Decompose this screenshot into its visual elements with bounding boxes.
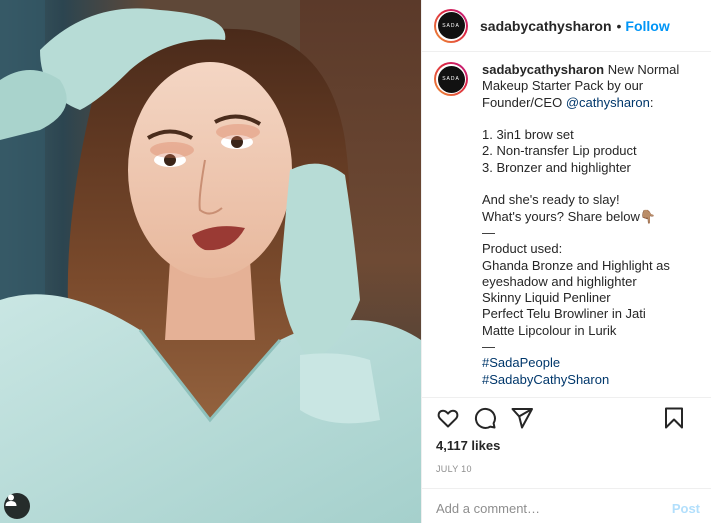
- post-comment-button[interactable]: Post: [672, 501, 700, 516]
- post-header: SADA sadabycathysharon • Follow: [422, 0, 711, 52]
- caption-line: Matte Lipcolour in Lurik: [482, 322, 617, 338]
- post-actions: 4,117 likes JULY 10 Post: [422, 397, 711, 523]
- caption-line: 1. 3in1 brow set: [482, 127, 574, 143]
- caption: SADA sadabycathysharon New Normal Makeup…: [434, 62, 704, 388]
- user-tag-button[interactable]: [4, 493, 30, 519]
- author-username[interactable]: sadabycathysharon: [480, 18, 612, 34]
- comment-bubble-icon: [474, 407, 496, 429]
- likes-count[interactable]: 4,117 likes: [422, 438, 711, 453]
- separator-dot: •: [616, 17, 622, 34]
- portrait-image: [0, 0, 421, 523]
- caption-line: —: [482, 224, 495, 240]
- user-tag-icon: [5, 494, 17, 506]
- mention-link[interactable]: @cathysharon: [566, 95, 650, 110]
- caption-line: Skinny Liquid Penliner: [482, 290, 611, 306]
- hashtag-link[interactable]: #SadabyCathySharon: [482, 372, 704, 388]
- paper-plane-icon: [511, 408, 533, 429]
- bookmark-icon: [665, 407, 683, 429]
- caption-line: 3. Bronzer and highlighter: [482, 159, 631, 175]
- hashtag-link[interactable]: #SadaPeople: [482, 355, 704, 371]
- save-button[interactable]: [662, 406, 686, 430]
- action-bar: [422, 398, 711, 438]
- post-date[interactable]: JULY 10: [422, 464, 711, 474]
- caption-line: Perfect Telu Browliner in Jati: [482, 306, 646, 322]
- caption-line: Product used:: [482, 241, 563, 257]
- comment-input[interactable]: [436, 501, 672, 516]
- post-photo[interactable]: [0, 0, 421, 523]
- caption-avatar[interactable]: SADA: [434, 62, 468, 96]
- caption-line-suffix: :: [649, 94, 654, 110]
- caption-line: And she's ready to slay!: [482, 192, 620, 208]
- caption-first-line: sadabycathysharon New Normal Makeup Star…: [482, 62, 704, 111]
- caption-line: 2. Non-transfer Lip product: [482, 143, 637, 159]
- caption-line: What's yours? Share below👇🏽: [482, 208, 657, 224]
- share-button[interactable]: [510, 406, 534, 430]
- follow-button[interactable]: Follow: [625, 18, 669, 34]
- comment-box: Post: [422, 488, 711, 523]
- caption-line: Ghanda Bronze and Highlight as eyeshadow…: [482, 257, 670, 289]
- avatar-logo: SADA: [437, 65, 465, 93]
- heart-icon: [437, 409, 459, 428]
- caption-username[interactable]: sadabycathysharon: [482, 62, 604, 77]
- caption-line: —: [482, 339, 495, 355]
- comment-button[interactable]: [473, 406, 497, 430]
- like-button[interactable]: [436, 406, 460, 430]
- avatar[interactable]: SADA: [434, 8, 468, 43]
- post-side-panel: SADA sadabycathysharon • Follow SADA sad…: [421, 0, 711, 523]
- avatar-logo: SADA: [437, 12, 465, 39]
- caption-text: sadabycathysharon New Normal Makeup Star…: [482, 62, 704, 388]
